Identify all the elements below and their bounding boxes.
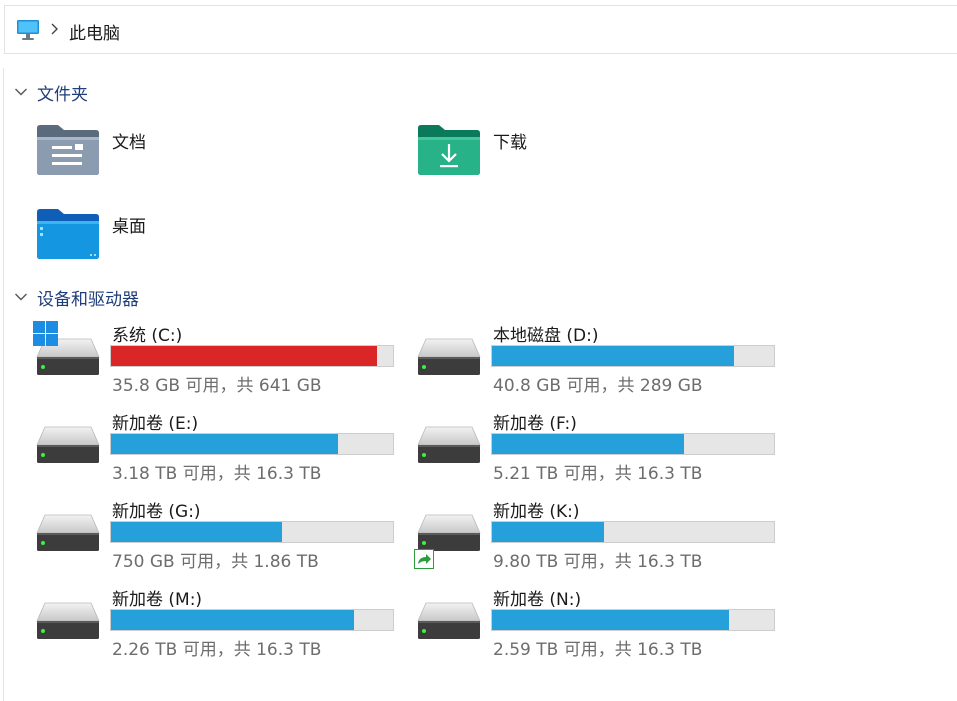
hard-drive-icon — [417, 602, 481, 639]
documents-folder-icon — [37, 125, 99, 175]
hard-drive-icon — [36, 602, 100, 639]
chevron-down-icon — [15, 88, 27, 96]
drive-free-space: 2.59 TB 可用，共 16.3 TB — [493, 640, 703, 660]
drive-usage-fill — [111, 434, 338, 454]
drive-tile[interactable]: 新加卷 (F:) 5.21 TB 可用，共 16.3 TB — [417, 409, 787, 485]
chevron-right-icon[interactable] — [49, 22, 59, 36]
drive-name: 新加卷 (F:) — [493, 414, 577, 434]
hard-drive-icon — [36, 426, 100, 463]
hard-drive-icon — [417, 338, 481, 375]
drive-free-space: 2.26 TB 可用，共 16.3 TB — [112, 640, 322, 660]
hard-drive-icon — [417, 514, 481, 551]
devices-section-title: 设备和驱动器 — [37, 289, 139, 310]
folder-name: 下载 — [493, 133, 527, 153]
drive-free-space: 750 GB 可用，共 1.86 TB — [112, 552, 319, 572]
drive-name: 新加卷 (G:) — [112, 502, 201, 522]
drive-usage-fill — [111, 522, 282, 542]
drive-name: 本地磁盘 (D:) — [493, 326, 599, 346]
devices-section-header[interactable]: 设备和驱动器 — [14, 285, 139, 310]
drive-usage-bar — [491, 433, 775, 455]
drive-name: 新加卷 (N:) — [493, 590, 582, 610]
drive-tile[interactable]: 新加卷 (K:) 9.80 TB 可用，共 16.3 TB — [414, 497, 787, 573]
desktop-folder-icon — [37, 209, 99, 259]
computer-icon — [17, 20, 39, 40]
breadcrumb-this-pc[interactable]: 此电脑 — [69, 19, 120, 44]
folder-downloads[interactable]: 下载 — [417, 124, 747, 184]
address-bar[interactable]: 此电脑 — [4, 5, 957, 54]
drive-tile[interactable]: 新加卷 (G:) 750 GB 可用，共 1.86 TB — [36, 497, 406, 573]
drive-usage-fill — [492, 610, 730, 630]
drive-tile[interactable]: 新加卷 (N:) 2.59 TB 可用，共 16.3 TB — [417, 585, 787, 661]
folder-name: 文档 — [112, 133, 146, 153]
drive-usage-fill — [492, 346, 735, 366]
drive-usage-fill — [492, 522, 605, 542]
drive-name: 系统 (C:) — [112, 326, 183, 346]
windows-logo-icon — [33, 321, 58, 346]
hard-drive-icon — [417, 426, 481, 463]
drive-usage-fill — [492, 434, 684, 454]
drive-usage-fill — [111, 346, 378, 366]
drive-free-space: 40.8 GB 可用，共 289 GB — [493, 376, 703, 396]
pane-divider — [3, 68, 4, 701]
drive-tile[interactable]: 新加卷 (E:) 3.18 TB 可用，共 16.3 TB — [36, 409, 406, 485]
drive-usage-fill — [111, 610, 354, 630]
drive-usage-bar — [110, 345, 394, 367]
drive-usage-bar — [491, 521, 775, 543]
drive-name: 新加卷 (E:) — [112, 414, 199, 434]
drive-tile[interactable]: 新加卷 (M:) 2.26 TB 可用，共 16.3 TB — [36, 585, 406, 661]
folder-documents[interactable]: 文档 — [36, 124, 366, 184]
share-icon — [414, 549, 434, 569]
drive-free-space: 5.21 TB 可用，共 16.3 TB — [493, 464, 703, 484]
drive-usage-bar — [110, 433, 394, 455]
drive-free-space: 9.80 TB 可用，共 16.3 TB — [493, 552, 703, 572]
drive-usage-bar — [110, 609, 394, 631]
folder-desktop[interactable]: 桌面 — [36, 208, 366, 268]
hard-drive-icon — [36, 514, 100, 551]
downloads-folder-icon — [418, 125, 480, 175]
drive-name: 新加卷 (K:) — [493, 502, 580, 522]
drive-tile[interactable]: 系统 (C:) 35.8 GB 可用，共 641 GB — [33, 321, 406, 397]
drive-free-space: 3.18 TB 可用，共 16.3 TB — [112, 464, 322, 484]
drive-usage-bar — [110, 521, 394, 543]
drive-usage-bar — [491, 345, 775, 367]
folder-name: 桌面 — [112, 217, 146, 237]
drive-usage-bar — [491, 609, 775, 631]
folders-section-title: 文件夹 — [37, 84, 88, 105]
folders-section-header[interactable]: 文件夹 — [14, 80, 88, 105]
drive-free-space: 35.8 GB 可用，共 641 GB — [112, 376, 322, 396]
drive-tile[interactable]: 本地磁盘 (D:) 40.8 GB 可用，共 289 GB — [417, 321, 787, 397]
drive-name: 新加卷 (M:) — [112, 590, 203, 610]
chevron-down-icon — [15, 293, 27, 301]
